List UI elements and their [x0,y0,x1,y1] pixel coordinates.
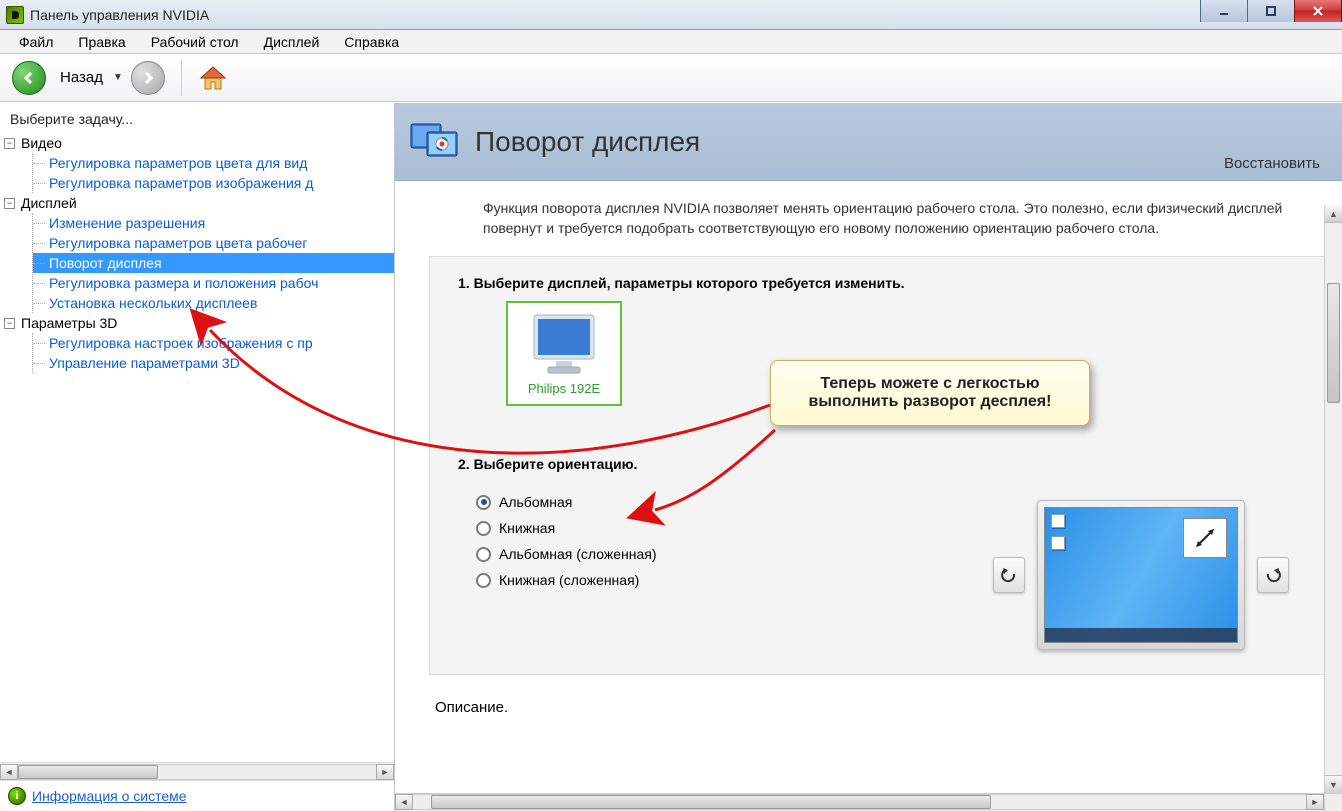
display-tile[interactable]: Philips 192E [506,301,622,406]
radio-portrait[interactable]: Книжная [476,520,656,536]
settings-section: 1. Выберите дисплей, параметры которого … [429,256,1328,675]
monitor-icon [528,311,600,377]
orientation-radio-group: Альбомная Книжная Альбомная (сложенная) [476,494,656,588]
scroll-thumb[interactable] [1327,283,1340,403]
tree-item[interactable]: Регулировка параметров цвета для вид [33,153,394,173]
title-bar: Панель управления NVIDIA [0,0,1342,30]
sidebar-header: Выберите задачу... [0,103,394,133]
tree-item[interactable]: Регулировка размера и положения рабоч [33,273,394,293]
tree-item-rotate-display[interactable]: Поворот дисплея [33,253,394,273]
radio-landscape[interactable]: Альбомная [476,494,656,510]
rotate-cw-button[interactable] [1257,557,1289,593]
scroll-down-icon[interactable]: ▼ [1325,775,1342,793]
preview-taskbar [1045,628,1237,642]
radio-label: Книжная (сложенная) [499,572,639,588]
preview-screen [1044,507,1238,643]
tree-group-label: Видео [21,135,62,151]
task-sidebar: Выберите задачу... − Видео Регулировка п… [0,103,395,811]
menu-file[interactable]: Файл [8,31,64,53]
radio-landscape-flipped[interactable]: Альбомная (сложенная) [476,546,656,562]
menu-help[interactable]: Справка [333,31,410,53]
display-name: Philips 192E [514,381,614,396]
scroll-right-icon[interactable]: ► [376,764,394,780]
radio-label: Книжная [499,520,555,536]
menu-edit[interactable]: Правка [67,31,136,53]
page-description: Функция поворота дисплея NVIDIA позволяе… [395,199,1342,238]
forward-button[interactable] [131,61,165,95]
maximize-button[interactable] [1247,0,1295,22]
back-label: Назад [60,69,103,86]
scroll-corner [1324,793,1342,811]
minimize-button[interactable] [1200,0,1248,22]
window-title: Панель управления NVIDIA [30,7,209,23]
scroll-up-icon[interactable]: ▲ [1325,205,1342,223]
section2-title: 2. Выберите ориентацию. [458,456,1299,472]
orientation-indicator-icon [1183,518,1227,558]
preview-monitor [1037,500,1245,650]
restore-link[interactable]: Восстановить [1224,155,1320,172]
tree-item[interactable]: Управление параметрами 3D [33,353,394,373]
main-vertical-scrollbar[interactable]: ▲ ▼ [1324,205,1342,793]
display-rotation-icon [409,118,463,166]
menu-display[interactable]: Дисплей [253,31,331,53]
scroll-thumb[interactable] [431,795,991,809]
collapse-icon[interactable]: − [4,318,15,329]
menu-bar: Файл Правка Рабочий стол Дисплей Справка [0,30,1342,54]
info-icon: i [8,787,26,805]
sidebar-footer: i Информация о системе [0,780,394,811]
radio-label: Альбомная (сложенная) [499,546,656,562]
rotate-ccw-button[interactable] [993,557,1025,593]
tree-item[interactable]: Регулировка настроек изображения с пр [33,333,394,353]
system-info-link[interactable]: Информация о системе [32,788,187,804]
main-horizontal-scrollbar[interactable]: ◄ ► [395,793,1324,811]
tree-group-video: − Видео Регулировка параметров цвета для… [4,133,394,193]
radio-label: Альбомная [499,494,572,510]
radio-icon [476,495,491,510]
main-body: Функция поворота дисплея NVIDIA позволяе… [395,181,1342,811]
sidebar-scrollbar[interactable]: ◄ ► [0,762,394,780]
annotation-callout: Теперь можете с легкостью выполнить разв… [770,360,1090,426]
toolbar: Назад ▼ [0,54,1342,102]
page-title: Поворот дисплея [475,126,700,158]
tree-item[interactable]: Установка нескольких дисплеев [33,293,394,313]
main-panel: Поворот дисплея Восстановить Функция пов… [395,103,1342,811]
back-button[interactable] [12,61,46,95]
scroll-track[interactable] [413,794,1306,810]
tree-group-label: Дисплей [21,195,77,211]
tree-item[interactable]: Регулировка параметров изображения д [33,173,394,193]
scroll-right-icon[interactable]: ► [1306,794,1324,810]
description-label: Описание. [435,699,1342,716]
tree-item[interactable]: Регулировка параметров цвета рабочег [33,233,394,253]
radio-icon [476,547,491,562]
page-header: Поворот дисплея Восстановить [395,103,1342,181]
desktop-icon [1051,536,1065,550]
desktop-icon [1051,514,1065,528]
toolbar-separator [181,60,182,96]
scroll-track[interactable] [18,764,376,780]
tree-item[interactable]: Изменение разрешения [33,213,394,233]
radio-icon [476,521,491,536]
scroll-left-icon[interactable]: ◄ [0,764,18,780]
tree-group-display: − Дисплей Изменение разрешения Регулиров… [4,193,394,313]
section1-title: 1. Выберите дисплей, параметры которого … [458,275,1299,291]
task-tree: − Видео Регулировка параметров цвета для… [0,133,394,762]
orientation-preview [993,500,1299,650]
back-history-dropdown[interactable]: ▼ [113,72,123,83]
collapse-icon[interactable]: − [4,138,15,149]
collapse-icon[interactable]: − [4,198,15,209]
nvidia-app-icon [6,6,24,24]
close-button[interactable] [1294,0,1342,22]
scroll-thumb[interactable] [18,765,158,779]
menu-desktop[interactable]: Рабочий стол [140,31,250,53]
radio-icon [476,573,491,588]
home-button[interactable] [198,64,228,92]
scroll-left-icon[interactable]: ◄ [395,794,413,810]
tree-group-3d: − Параметры 3D Регулировка настроек изоб… [4,313,394,373]
radio-portrait-flipped[interactable]: Книжная (сложенная) [476,572,656,588]
tree-group-label: Параметры 3D [21,315,117,331]
